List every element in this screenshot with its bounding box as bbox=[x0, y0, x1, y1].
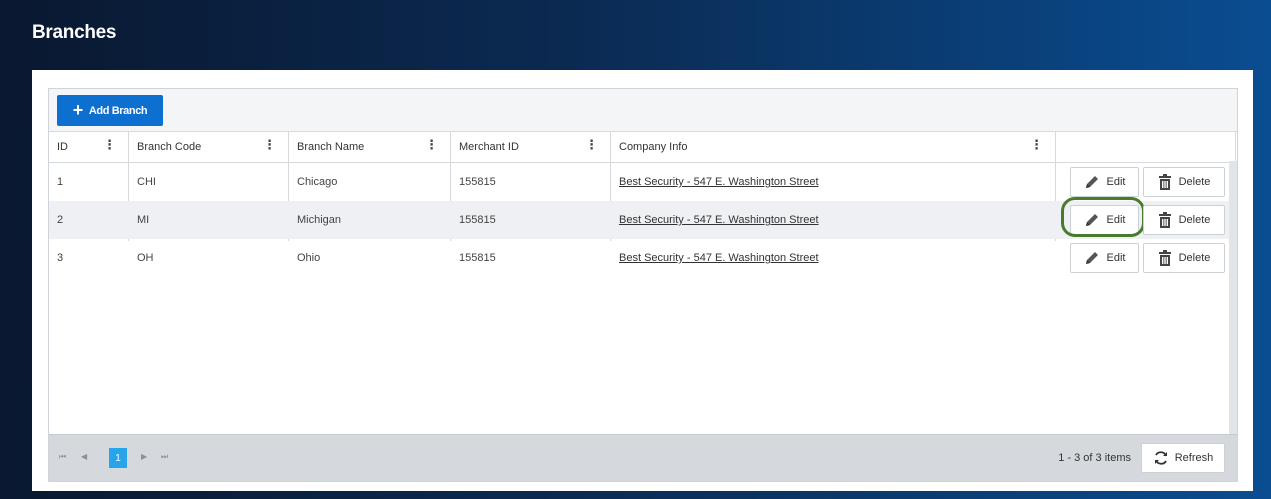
delete-button[interactable]: Delete bbox=[1143, 167, 1225, 197]
edit-button[interactable]: Edit bbox=[1070, 167, 1139, 197]
column-header-label: Branch Name bbox=[297, 141, 365, 153]
column-header-actions bbox=[1056, 132, 1236, 162]
column-header-branch-code[interactable]: Branch Code ⋮ bbox=[129, 132, 289, 162]
cell-branch-code: OH bbox=[137, 252, 154, 264]
pencil-icon bbox=[1085, 176, 1098, 188]
delete-label: Delete bbox=[1178, 252, 1211, 264]
plus-icon: + bbox=[72, 99, 84, 120]
edit-label: Edit bbox=[1106, 214, 1126, 226]
cell-branch-code: MI bbox=[137, 214, 150, 226]
prev-page-icon[interactable]: ◀ bbox=[81, 452, 87, 461]
column-header-company-info[interactable]: Company Info ⋮ bbox=[611, 132, 1056, 162]
cell-id: 1 bbox=[57, 176, 64, 188]
pencil-icon bbox=[1085, 252, 1098, 264]
delete-button[interactable]: Delete bbox=[1143, 243, 1225, 273]
vertical-scrollbar[interactable] bbox=[1229, 161, 1237, 437]
delete-label: Delete bbox=[1178, 214, 1211, 226]
trash-icon bbox=[1158, 174, 1171, 190]
company-info-link[interactable]: Best Security - 547 E. Washington Street bbox=[619, 252, 819, 264]
column-header-merchant-id[interactable]: Merchant ID ⋮ bbox=[451, 132, 611, 162]
table-row[interactable]: 1 CHI Chicago 155815 Best Security - 547… bbox=[49, 163, 1237, 201]
items-count-label: 1 - 3 of 3 items bbox=[1058, 452, 1131, 464]
delete-button[interactable]: Delete bbox=[1143, 205, 1225, 235]
add-branch-button[interactable]: + Add Branch bbox=[57, 95, 163, 126]
column-header-label: ID bbox=[57, 141, 68, 153]
refresh-icon bbox=[1154, 451, 1167, 465]
cell-company-info: Best Security - 547 E. Washington Street bbox=[611, 252, 1056, 264]
first-page-icon[interactable]: ⏮ bbox=[59, 452, 66, 462]
edit-label: Edit bbox=[1106, 252, 1126, 264]
cell-branch-name: Chicago bbox=[297, 176, 338, 188]
column-menu-icon[interactable]: ⋮ bbox=[103, 138, 116, 151]
page-number-current[interactable]: 1 bbox=[109, 448, 127, 468]
pager: ⏮ ◀ 1 ▶ ⏭ 1 - 3 of 3 items Refresh bbox=[49, 434, 1237, 481]
company-info-link[interactable]: Best Security - 547 E. Washington Street bbox=[619, 214, 819, 226]
refresh-button[interactable]: Refresh bbox=[1141, 443, 1225, 473]
cell-company-info: Best Security - 547 E. Washington Street bbox=[611, 214, 1056, 226]
edit-button[interactable]: Edit bbox=[1070, 205, 1139, 235]
branches-grid: + Add Branch ID ⋮ Branch Code ⋮ Branch N… bbox=[48, 88, 1238, 482]
trash-icon bbox=[1158, 212, 1171, 228]
cell-company-info: Best Security - 547 E. Washington Street bbox=[611, 176, 1056, 188]
refresh-label: Refresh bbox=[1174, 452, 1214, 464]
cell-merchant-id: 155815 bbox=[459, 176, 496, 188]
last-page-icon[interactable]: ⏭ bbox=[161, 452, 168, 462]
column-header-label: Company Info bbox=[619, 141, 688, 153]
cell-id: 2 bbox=[57, 214, 64, 226]
column-menu-icon[interactable]: ⋮ bbox=[585, 138, 598, 151]
edit-button[interactable]: Edit bbox=[1070, 243, 1139, 273]
column-header-label: Merchant ID bbox=[459, 141, 519, 153]
table-row[interactable]: 3 OH Ohio 155815 Best Security - 547 E. … bbox=[49, 239, 1237, 277]
company-info-link[interactable]: Best Security - 547 E. Washington Street bbox=[619, 176, 819, 188]
cell-branch-name: Michigan bbox=[297, 214, 342, 226]
cell-id: 3 bbox=[57, 252, 64, 264]
add-branch-label: Add Branch bbox=[88, 104, 148, 117]
column-header-id[interactable]: ID ⋮ bbox=[49, 132, 129, 162]
column-menu-icon[interactable]: ⋮ bbox=[1030, 138, 1043, 151]
cell-merchant-id: 155815 bbox=[459, 252, 496, 264]
cell-branch-code: CHI bbox=[137, 176, 156, 188]
column-menu-icon[interactable]: ⋮ bbox=[425, 138, 438, 151]
table-row[interactable]: 2 MI Michigan 155815 Best Security - 547… bbox=[49, 197, 1237, 239]
grid-body: 1 CHI Chicago 155815 Best Security - 547… bbox=[49, 163, 1237, 433]
edit-label: Edit bbox=[1106, 176, 1126, 188]
pencil-icon bbox=[1085, 214, 1098, 226]
grid-header: ID ⋮ Branch Code ⋮ Branch Name ⋮ Merchan… bbox=[49, 132, 1237, 163]
trash-icon bbox=[1158, 250, 1171, 266]
column-menu-icon[interactable]: ⋮ bbox=[263, 138, 276, 151]
cell-branch-name: Ohio bbox=[297, 252, 321, 264]
branches-panel: + Add Branch ID ⋮ Branch Code ⋮ Branch N… bbox=[32, 70, 1253, 491]
delete-label: Delete bbox=[1178, 176, 1211, 188]
column-header-branch-name[interactable]: Branch Name ⋮ bbox=[289, 132, 451, 162]
page-title: Branches bbox=[32, 22, 117, 43]
cell-merchant-id: 155815 bbox=[459, 214, 496, 226]
grid-toolbar: + Add Branch bbox=[49, 89, 1237, 132]
next-page-icon[interactable]: ▶ bbox=[141, 452, 147, 461]
column-header-label: Branch Code bbox=[137, 141, 202, 153]
